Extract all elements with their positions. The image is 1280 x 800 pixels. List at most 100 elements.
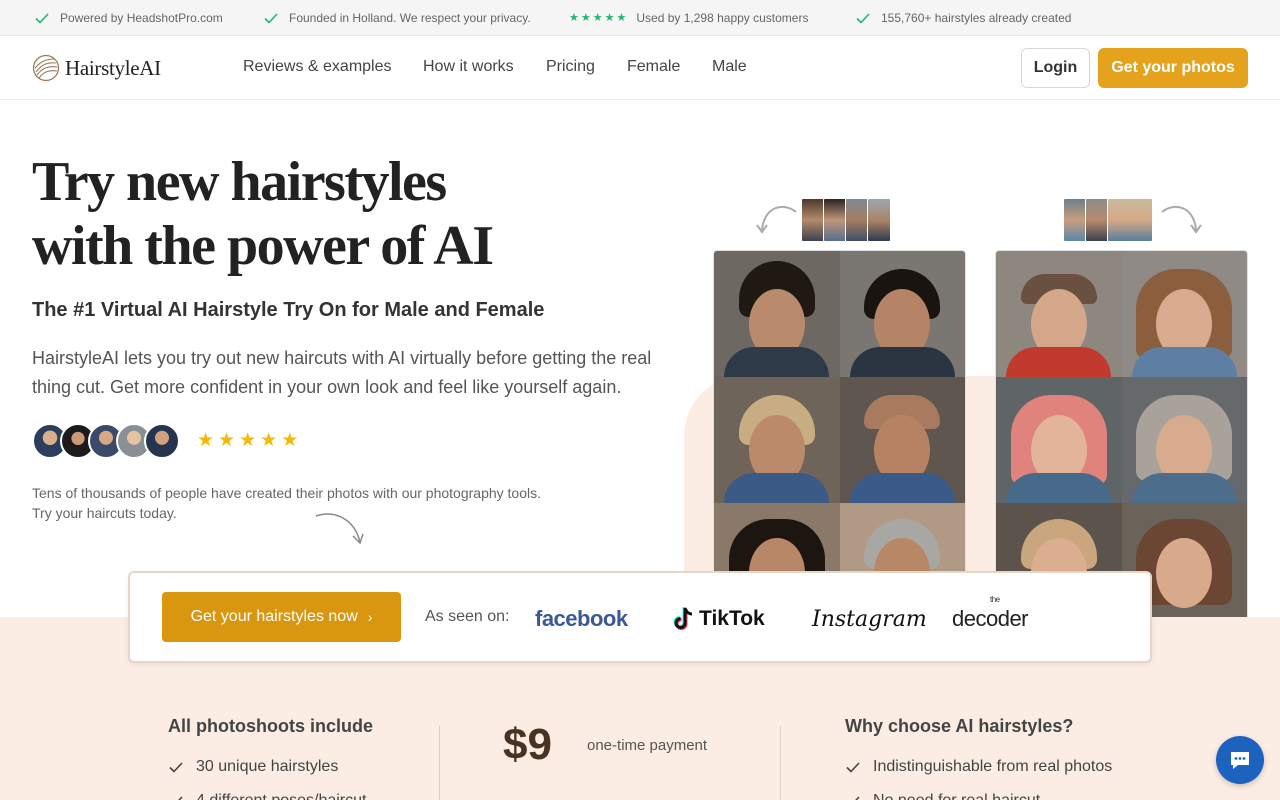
tiktok-icon: [673, 607, 693, 630]
topbar-item-customers: ★ ★ ★ ★ ★ Used by 1,298 happy customers: [569, 0, 808, 36]
get-photos-button[interactable]: Get your photos: [1098, 48, 1248, 88]
chevron-right-icon: ›: [367, 609, 373, 625]
curved-arrow-icon: [315, 513, 364, 545]
customer-avatars: [32, 423, 180, 461]
hero-subtitle: The #1 Virtual AI Hairstyle Try On for M…: [32, 299, 545, 321]
divider: [780, 726, 781, 800]
as-seen-on-label: As seen on:: [425, 608, 510, 625]
top-banner: Powered by HeadshotPro.com Founded in Ho…: [0, 0, 1280, 36]
trust-line-1: Tens of thousands of people have created…: [32, 485, 542, 501]
nav-link-male[interactable]: Male: [712, 58, 747, 76]
topbar-item-label: 155,760+ hairstyles already created: [881, 11, 1072, 25]
thumbnail: [1107, 198, 1153, 242]
instagram-wordmark: Instagram: [812, 606, 927, 632]
topbar-item-founded: Founded in Holland. We respect your priv…: [263, 0, 531, 36]
hairstyle-photo: [1121, 377, 1247, 503]
list-item: No need for real haircut: [845, 792, 1040, 800]
nav-link-female[interactable]: Female: [627, 58, 680, 76]
includes-heading: All photoshoots include: [168, 716, 373, 736]
thumbnail: [823, 198, 847, 242]
hero-title-line1: Try new hairstyles: [32, 151, 447, 213]
tiktok-logo: TikTok: [673, 599, 765, 639]
the-decoder-logo: the decoder: [952, 595, 1029, 639]
facebook-wordmark: facebook: [535, 606, 628, 631]
star-icon: ★: [616, 11, 627, 24]
star-icon: ★: [281, 430, 299, 451]
thumbnail: [867, 198, 891, 242]
get-hairstyles-button[interactable]: Get your hairstyles now ›: [162, 592, 401, 642]
list-item-label: Indistinguishable from real photos: [873, 758, 1113, 775]
hairstyle-photo: [996, 377, 1122, 503]
logo[interactable]: HairstyleAI: [32, 54, 161, 82]
list-item-label: 4 different poses/haircut: [196, 792, 366, 800]
decoder-wordmark: decoder: [952, 606, 1029, 631]
hairstyle-photo: [714, 251, 840, 377]
tiktok-wordmark: TikTok: [699, 607, 765, 630]
curved-arrow-icon: [756, 205, 797, 234]
star-icon: ★: [218, 430, 236, 451]
female-hairstyle-grid: [995, 250, 1248, 617]
star-icon: ★: [604, 11, 615, 24]
male-hairstyle-grid: [713, 250, 966, 617]
price: $9: [503, 720, 552, 769]
hairstyle-photo: [996, 251, 1122, 377]
nav-link-pricing[interactable]: Pricing: [546, 58, 595, 76]
star-icon: ★: [569, 11, 579, 24]
nav-link-how-it-works[interactable]: How it works: [423, 58, 514, 76]
list-item-label: No need for real haircut: [873, 792, 1040, 800]
login-button[interactable]: Login: [1021, 48, 1090, 88]
hairstyle-photo: [714, 377, 840, 503]
check-icon: [264, 13, 278, 24]
thumbnail: [1063, 198, 1087, 242]
curved-arrow-icon: [1161, 205, 1202, 234]
decoder-prefix: the: [990, 595, 1000, 604]
star-icon: ★: [580, 11, 591, 24]
hero-title-line2: with the power of AI: [32, 215, 494, 277]
topbar-item-label: Powered by HeadshotPro.com: [60, 11, 223, 25]
check-icon: [856, 13, 870, 24]
instagram-logo: Instagram: [812, 599, 927, 639]
cta-card: Get your hairstyles now › As seen on: fa…: [128, 571, 1152, 663]
thumbnail: [1085, 198, 1109, 242]
why-choose-heading: Why choose AI hairstyles?: [845, 716, 1074, 736]
original-photos-male: [801, 198, 891, 242]
divider: [439, 726, 440, 800]
hero-title: Try new hairstyles with the power of AI: [32, 150, 494, 278]
check-icon: [35, 13, 49, 24]
nav-link-reviews[interactable]: Reviews & examples: [243, 58, 392, 76]
list-item-label: 30 unique hairstyles: [196, 758, 339, 775]
hairstyle-photo: [839, 377, 965, 503]
rating-stars: ★ ★ ★ ★ ★: [197, 431, 298, 451]
star-icon: ★: [260, 430, 278, 451]
chat-widget-button[interactable]: [1216, 736, 1264, 784]
hairstyle-photo: [839, 251, 965, 377]
price-note: one-time payment: [587, 737, 708, 754]
cta-label: Get your hairstyles now: [190, 608, 358, 625]
check-icon: [169, 762, 183, 773]
chat-bubble-icon: [1231, 752, 1249, 769]
star-icon: ★: [239, 430, 257, 451]
topbar-item-label: Founded in Holland. We respect your priv…: [289, 11, 531, 25]
rating-stars: ★ ★ ★ ★ ★: [569, 11, 627, 24]
hairstyle-photo: [1121, 251, 1247, 377]
topbar-item-created: 155,760+ hairstyles already created: [855, 0, 1071, 36]
check-icon: [178, 796, 183, 800]
topbar-item-label: Used by 1,298 happy customers: [636, 11, 809, 25]
check-icon: [855, 796, 860, 800]
thumbnail: [801, 198, 825, 242]
facebook-logo: facebook: [535, 599, 628, 639]
original-photos-female: [1063, 198, 1153, 242]
trust-line-2: Try your haircuts today.: [32, 505, 177, 521]
star-icon: ★: [197, 430, 215, 451]
star-icon: ★: [592, 11, 603, 24]
thumbnail: [845, 198, 869, 242]
list-item: Indistinguishable from real photos: [845, 758, 1112, 776]
main-navigation: HairstyleAI Reviews & examples How it wo…: [0, 36, 1280, 100]
topbar-item-powered: Powered by HeadshotPro.com: [34, 0, 223, 36]
trust-text: Tens of thousands of people have created…: [32, 483, 541, 523]
list-item: 4 different poses/haircut: [168, 792, 366, 800]
logo-mark-icon: [32, 54, 60, 82]
check-icon: [846, 762, 860, 773]
hero-description: HairstyleAI lets you try out new haircut…: [32, 348, 652, 397]
list-item: 30 unique hairstyles: [168, 758, 338, 776]
